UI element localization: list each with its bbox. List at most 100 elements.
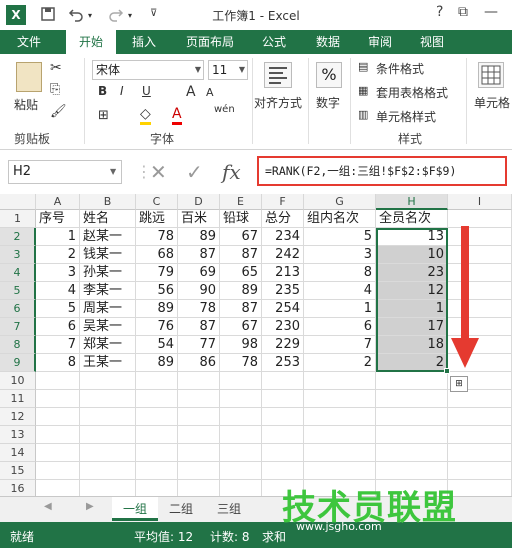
data-cell[interactable]: 钱某一 xyxy=(80,246,136,264)
italic-button[interactable]: I xyxy=(120,84,124,98)
tab-page-layout[interactable]: 页面布局 xyxy=(178,30,242,54)
empty-cell[interactable] xyxy=(136,408,178,426)
shrink-font-button[interactable]: A xyxy=(206,86,214,99)
column-header[interactable]: A xyxy=(36,194,80,210)
font-name-combo[interactable]: 宋体 ▼ xyxy=(92,60,204,80)
data-cell[interactable]: 7 xyxy=(36,336,80,354)
header-cell[interactable]: 姓名 xyxy=(80,210,136,228)
row-header[interactable]: 2 xyxy=(0,228,36,246)
data-cell[interactable]: 87 xyxy=(178,246,220,264)
empty-cell[interactable] xyxy=(448,390,512,408)
tab-home[interactable]: 开始 xyxy=(66,30,116,54)
data-cell[interactable]: 87 xyxy=(220,246,262,264)
empty-cell[interactable] xyxy=(304,444,376,462)
empty-cell[interactable] xyxy=(136,390,178,408)
percent-icon[interactable]: % xyxy=(316,62,342,88)
header-cell[interactable]: 铅球 xyxy=(220,210,262,228)
font-size-combo[interactable]: 11 ▼ xyxy=(208,60,248,80)
data-cell[interactable]: 253 xyxy=(262,354,304,372)
header-cell[interactable]: 全员名次 xyxy=(376,210,448,228)
data-cell[interactable]: 89 xyxy=(136,300,178,318)
empty-cell[interactable] xyxy=(220,408,262,426)
row-header[interactable]: 15 xyxy=(0,462,36,480)
empty-cell[interactable] xyxy=(220,426,262,444)
empty-cell[interactable] xyxy=(262,372,304,390)
format-as-table-button[interactable]: 套用表格格式 xyxy=(376,84,448,101)
tab-review[interactable]: 审阅 xyxy=(358,30,402,54)
cut-icon[interactable]: ✂ xyxy=(50,60,62,76)
data-cell[interactable]: 69 xyxy=(178,264,220,282)
name-box-dropdown-icon[interactable]: ▼ xyxy=(110,167,116,176)
data-cell[interactable]: 李某一 xyxy=(80,282,136,300)
empty-cell[interactable] xyxy=(178,444,220,462)
data-cell[interactable]: 89 xyxy=(136,354,178,372)
empty-cell[interactable] xyxy=(304,426,376,444)
data-cell[interactable]: 2 xyxy=(304,354,376,372)
format-as-table-icon[interactable]: ▦ xyxy=(358,84,368,97)
empty-cell[interactable] xyxy=(304,462,376,480)
data-cell[interactable]: 242 xyxy=(262,246,304,264)
empty-cell[interactable] xyxy=(80,462,136,480)
empty-cell[interactable] xyxy=(448,426,512,444)
header-cell[interactable]: 总分 xyxy=(262,210,304,228)
row-header[interactable]: 9 xyxy=(0,354,36,372)
auto-fill-options-icon[interactable]: ⊞ xyxy=(450,376,468,392)
column-header-selected[interactable]: H xyxy=(376,194,448,210)
data-cell[interactable]: 赵某一 xyxy=(80,228,136,246)
ribbon-display-button[interactable]: ⧉ xyxy=(458,4,468,20)
data-cell[interactable]: 郑某一 xyxy=(80,336,136,354)
header-cell[interactable]: 序号 xyxy=(36,210,80,228)
sheet-tab-group3[interactable]: 三组 xyxy=(206,497,252,521)
conditional-format-button[interactable]: 条件格式 xyxy=(376,60,424,77)
data-cell[interactable]: 1 xyxy=(304,300,376,318)
header-cell[interactable]: 组内名次 xyxy=(304,210,376,228)
empty-cell[interactable] xyxy=(80,372,136,390)
tab-data[interactable]: 数据 xyxy=(306,30,350,54)
empty-cell[interactable] xyxy=(178,372,220,390)
data-cell[interactable]: 230 xyxy=(262,318,304,336)
empty-cell[interactable] xyxy=(304,408,376,426)
empty-cell[interactable] xyxy=(376,408,448,426)
empty-cell[interactable] xyxy=(36,372,80,390)
empty-cell[interactable] xyxy=(262,408,304,426)
data-cell[interactable]: 3 xyxy=(36,264,80,282)
data-cell[interactable]: 4 xyxy=(36,282,80,300)
bold-button[interactable]: B xyxy=(98,84,107,98)
data-cell[interactable]: 67 xyxy=(220,228,262,246)
data-cell[interactable]: 54 xyxy=(136,336,178,354)
data-cell[interactable]: 1 xyxy=(36,228,80,246)
data-cell[interactable]: 90 xyxy=(178,282,220,300)
data-cell[interactable]: 3 xyxy=(304,246,376,264)
row-header[interactable]: 11 xyxy=(0,390,36,408)
data-cell[interactable]: 56 xyxy=(136,282,178,300)
empty-cell[interactable] xyxy=(262,444,304,462)
data-cell[interactable]: 234 xyxy=(262,228,304,246)
cancel-icon[interactable]: ✕ xyxy=(150,160,167,184)
empty-cell[interactable] xyxy=(136,426,178,444)
row-header[interactable]: 12 xyxy=(0,408,36,426)
data-cell[interactable]: 213 xyxy=(262,264,304,282)
empty-cell[interactable] xyxy=(36,426,80,444)
format-painter-icon[interactable]: 🖌 xyxy=(50,104,67,119)
confirm-icon[interactable]: ✓ xyxy=(186,160,203,184)
empty-cell[interactable] xyxy=(178,390,220,408)
sheet-tab-group2[interactable]: 二组 xyxy=(158,497,204,521)
header-cell[interactable]: 跳远 xyxy=(136,210,178,228)
row-header[interactable]: 1 xyxy=(0,210,36,228)
tab-file[interactable]: 文件 xyxy=(0,30,58,54)
data-cell[interactable]: 229 xyxy=(262,336,304,354)
empty-cell[interactable] xyxy=(262,390,304,408)
data-cell[interactable]: 2 xyxy=(36,246,80,264)
underline-button[interactable]: U xyxy=(142,84,151,98)
font-color-icon[interactable]: A xyxy=(172,106,182,125)
row-header[interactable]: 7 xyxy=(0,318,36,336)
empty-cell[interactable] xyxy=(136,462,178,480)
data-cell[interactable]: 87 xyxy=(178,318,220,336)
column-header[interactable]: D xyxy=(178,194,220,210)
empty-cell[interactable] xyxy=(376,372,448,390)
data-cell[interactable]: 4 xyxy=(304,282,376,300)
data-cell[interactable]: 235 xyxy=(262,282,304,300)
empty-cell[interactable] xyxy=(304,390,376,408)
help-button[interactable]: ? xyxy=(436,4,443,20)
data-cell[interactable]: 98 xyxy=(220,336,262,354)
